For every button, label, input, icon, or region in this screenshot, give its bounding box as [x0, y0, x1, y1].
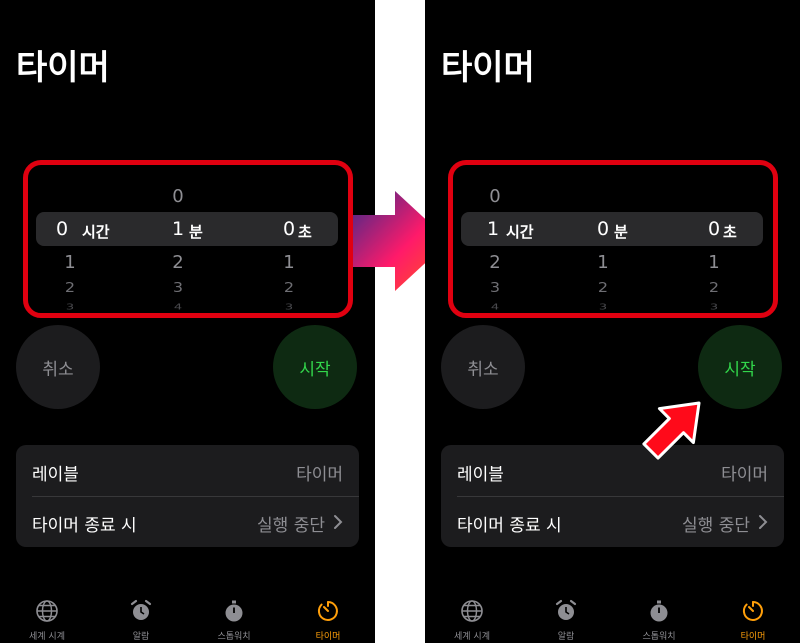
stopwatch-icon — [225, 600, 243, 622]
chevron-right-icon — [759, 515, 768, 529]
cancel-button[interactable]: 취소 — [16, 325, 100, 409]
tab-alarm[interactable]: 알람 — [106, 593, 176, 643]
pointer-arrow-icon — [642, 401, 701, 460]
tab-label: 세계 시계 — [29, 632, 65, 642]
tab-label: 타이머 — [740, 632, 766, 642]
highlight-box — [448, 160, 778, 318]
left-screen: 타이머 0 1 2 3 시간 0 1 2 3 4 분 0 1 2 3 초 취소 … — [0, 0, 375, 643]
stopwatch-icon — [650, 600, 668, 622]
tab-label: 알람 — [557, 632, 575, 642]
tab-timer[interactable]: 타이머 — [293, 593, 363, 643]
page-title: 타이머 — [441, 48, 535, 88]
label-row-value: 타이머 — [721, 465, 768, 485]
tab-label: 스톱워치 — [642, 632, 676, 642]
alarm-clock-icon — [130, 599, 152, 620]
when-timer-ends-title: 타이머 종료 시 — [457, 516, 562, 536]
label-row-title: 레이블 — [457, 465, 504, 485]
globe-icon — [461, 600, 483, 622]
settings-list: 레이블 타이머 타이머 종료 시 실행 중단 — [441, 445, 784, 547]
tab-label: 세계 시계 — [454, 632, 490, 642]
when-timer-ends-title: 타이머 종료 시 — [32, 516, 137, 536]
tab-bar: 세계 시계 알람 스톱워치 타이머 — [425, 593, 800, 643]
page-title: 타이머 — [16, 48, 110, 88]
tab-world-clock[interactable]: 세계 시계 — [12, 593, 82, 643]
cancel-button[interactable]: 취소 — [441, 325, 525, 409]
tab-world-clock[interactable]: 세계 시계 — [437, 593, 507, 643]
tab-stopwatch[interactable]: 스톱워치 — [624, 593, 694, 643]
when-timer-ends-row[interactable]: 타이머 종료 시 실행 중단 — [441, 496, 784, 547]
label-row[interactable]: 레이블 타이머 — [16, 445, 359, 496]
label-row-value: 타이머 — [296, 465, 343, 485]
globe-icon — [36, 600, 58, 622]
right-screen: 타이머 0 1 2 3 4 시간 0 1 2 3 분 0 1 2 3 초 취소 … — [425, 0, 800, 643]
start-button[interactable]: 시작 — [273, 325, 357, 409]
tab-label: 스톱워치 — [217, 632, 251, 642]
highlight-box — [23, 160, 353, 318]
tab-bar: 세계 시계 알람 스톱워치 타이머 — [0, 593, 375, 643]
label-row[interactable]: 레이블 타이머 — [441, 445, 784, 496]
alarm-clock-icon — [555, 599, 577, 620]
tab-alarm[interactable]: 알람 — [531, 593, 601, 643]
settings-list: 레이블 타이머 타이머 종료 시 실행 중단 — [16, 445, 359, 547]
tab-label: 타이머 — [315, 632, 341, 642]
chevron-right-icon — [334, 515, 343, 529]
when-timer-ends-row[interactable]: 타이머 종료 시 실행 중단 — [16, 496, 359, 547]
when-timer-ends-value: 실행 중단 — [257, 516, 325, 536]
label-row-title: 레이블 — [32, 465, 79, 485]
tab-timer[interactable]: 타이머 — [718, 593, 788, 643]
tab-label: 알람 — [132, 632, 150, 642]
tab-stopwatch[interactable]: 스톱워치 — [199, 593, 269, 643]
timer-icon — [317, 601, 338, 621]
timer-icon — [742, 601, 763, 621]
when-timer-ends-value: 실행 중단 — [682, 516, 750, 536]
